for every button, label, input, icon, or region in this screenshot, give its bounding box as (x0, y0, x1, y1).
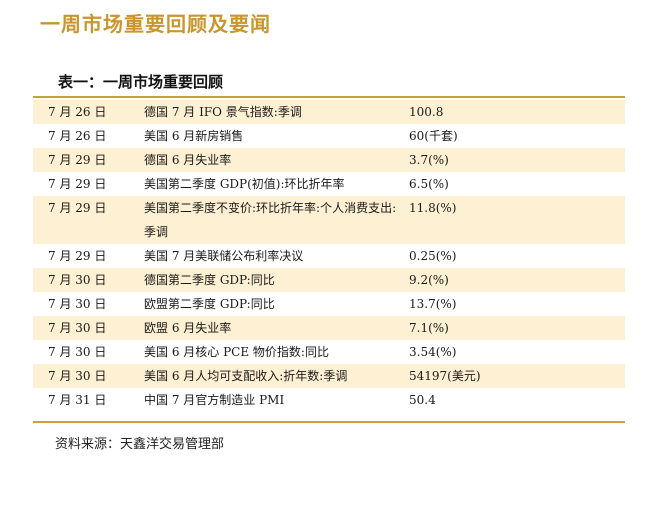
value-cell: 6.5(%) (409, 177, 449, 191)
date-cell: 7 月 29 日 (48, 249, 107, 263)
table-top-rule (33, 96, 625, 98)
source-note: 资料来源：天鑫洋交易管理部 (55, 437, 225, 452)
date-cell: 7 月 30 日 (48, 369, 107, 383)
table-row: 7 月 29 日 美国第二季度 GDP(初值):环比折年率 6.5(%) (33, 172, 625, 196)
table-row: 7 月 31 日 中国 7 月官方制造业 PMI 50.4 (33, 388, 625, 412)
market-review-table: 7 月 26 日 德国 7 月 IFO 景气指数:季调 100.8 7 月 26… (33, 100, 625, 412)
event-cell: 美国 6 月核心 PCE 物价指数:同比 (144, 345, 329, 359)
page-heading: 一周市场重要回顾及要闻 (40, 12, 271, 36)
table-row: 7 月 26 日 德国 7 月 IFO 景气指数:季调 100.8 (33, 100, 625, 124)
table-row: 7 月 29 日 美国 7 月美联储公布利率决议 0.25(%) (33, 244, 625, 268)
value-cell: 13.7(%) (409, 297, 457, 311)
date-cell: 7 月 30 日 (48, 297, 107, 311)
table-row: 7 月 29 日 德国 6 月失业率 3.7(%) (33, 148, 625, 172)
event-cell: 德国第二季度 GDP:同比 (144, 273, 275, 287)
event-cell: 美国第二季度 GDP(初值):环比折年率 (144, 177, 345, 191)
event-cell: 德国 6 月失业率 (144, 153, 232, 167)
table-row: 7 月 29 日 美国第二季度不变价:环比折年率:个人消费支出:季调 11.8(… (33, 196, 625, 244)
event-cell: 中国 7 月官方制造业 PMI (144, 393, 285, 407)
value-cell: 100.8 (409, 105, 444, 119)
value-cell: 9.2(%) (409, 273, 449, 287)
date-cell: 7 月 29 日 (48, 177, 107, 191)
table-row: 7 月 26 日 美国 6 月新房销售 60(千套) (33, 124, 625, 148)
value-cell: 3.7(%) (409, 153, 449, 167)
event-cell: 德国 7 月 IFO 景气指数:季调 (144, 105, 302, 119)
event-cell: 美国第二季度不变价:环比折年率:个人消费支出:季调 (144, 201, 397, 239)
value-cell: 60(千套) (409, 129, 458, 143)
date-cell: 7 月 26 日 (48, 129, 107, 143)
event-cell: 美国 6 月新房销售 (144, 129, 244, 143)
value-cell: 54197(美元) (409, 369, 481, 383)
event-cell: 欧盟 6 月失业率 (144, 321, 232, 335)
date-cell: 7 月 30 日 (48, 273, 107, 287)
table-row: 7 月 30 日 欧盟 6 月失业率 7.1(%) (33, 316, 625, 340)
date-cell: 7 月 29 日 (48, 201, 107, 215)
table-bottom-rule (33, 421, 625, 423)
event-cell: 美国 7 月美联储公布利率决议 (144, 249, 304, 263)
date-cell: 7 月 30 日 (48, 345, 107, 359)
value-cell: 7.1(%) (409, 321, 449, 335)
table-row: 7 月 30 日 美国 6 月核心 PCE 物价指数:同比 3.54(%) (33, 340, 625, 364)
value-cell: 0.25(%) (409, 249, 457, 263)
table-row: 7 月 30 日 欧盟第二季度 GDP:同比 13.7(%) (33, 292, 625, 316)
value-cell: 50.4 (409, 393, 436, 407)
event-cell: 美国 6 月人均可支配收入:折年数:季调 (144, 369, 348, 383)
date-cell: 7 月 31 日 (48, 393, 107, 407)
table-row: 7 月 30 日 美国 6 月人均可支配收入:折年数:季调 54197(美元) (33, 364, 625, 388)
value-cell: 3.54(%) (409, 345, 457, 359)
event-cell: 欧盟第二季度 GDP:同比 (144, 297, 275, 311)
table-row: 7 月 30 日 德国第二季度 GDP:同比 9.2(%) (33, 268, 625, 292)
date-cell: 7 月 26 日 (48, 105, 107, 119)
date-cell: 7 月 30 日 (48, 321, 107, 335)
value-cell: 11.8(%) (409, 201, 457, 215)
date-cell: 7 月 29 日 (48, 153, 107, 167)
table-title: 表一：一周市场重要回顾 (58, 73, 224, 91)
